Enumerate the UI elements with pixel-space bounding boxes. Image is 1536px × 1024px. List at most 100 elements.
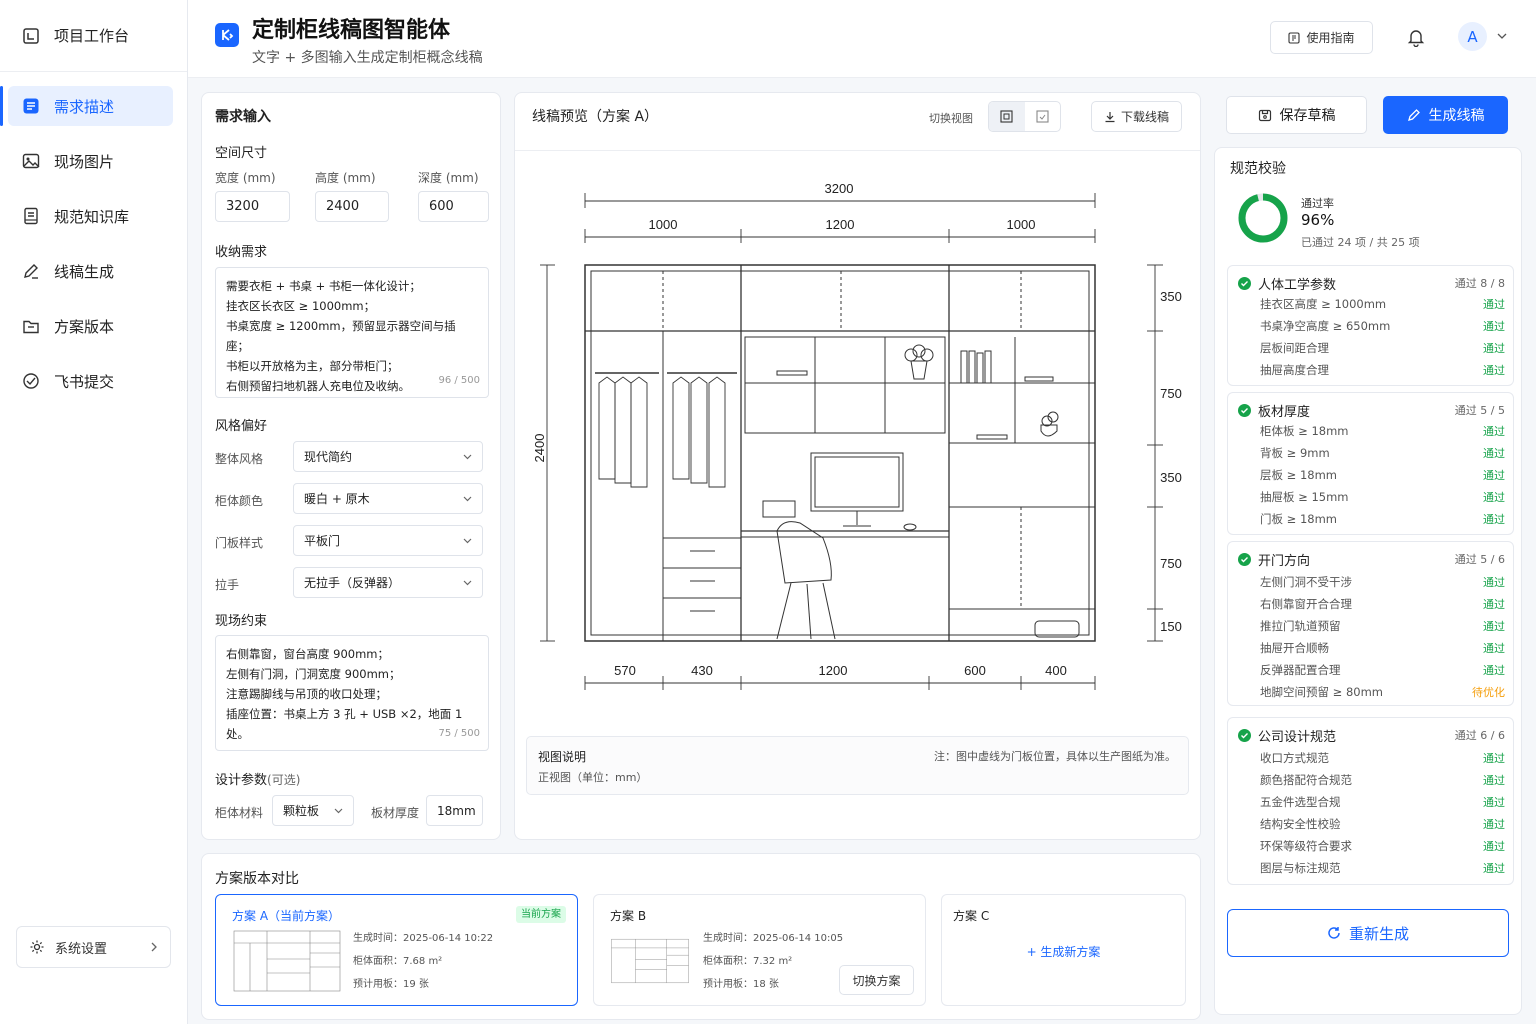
dim-right-3: 350 [1160, 470, 1182, 485]
site-title: 现场约束 [215, 614, 268, 629]
depth-input[interactable]: 600 [418, 191, 489, 222]
regenerate-button[interactable]: 重新生成 [1227, 909, 1509, 957]
dim-bottom-4: 600 [964, 663, 986, 678]
row-status: 通过 [1483, 840, 1505, 853]
row-status: 通过 [1483, 513, 1505, 526]
group-count: 通过 6 / 6 [1454, 729, 1505, 742]
versions-title: 方案版本对比 [215, 871, 299, 887]
row-label: 书桌净空高度 ≥ 650mm [1260, 319, 1391, 333]
row-status: 通过 [1483, 320, 1505, 333]
bell-icon[interactable] [1406, 27, 1426, 47]
row-status: 通过 [1483, 642, 1505, 655]
plan-area: 柜体面积：7.32 m² [703, 956, 793, 967]
chevron-down-icon[interactable] [1497, 32, 1507, 40]
validation-group-company: 公司设计规范 通过 6 / 6 收口方式规范 通过 颜色搭配符合规范 通过 五金件选型… [1227, 717, 1514, 885]
check-circle-icon [1238, 728, 1251, 742]
chevron-down-icon [463, 454, 472, 459]
chevron-down-icon [463, 496, 472, 501]
group-header[interactable]: 人体工学参数 通过 8 / 8 [1238, 274, 1505, 293]
sidebar-item-label: 现场图片 [54, 152, 115, 171]
handle-select[interactable]: 无拉手（反弹器） [293, 567, 483, 598]
validation-row: 地脚空间预留 ≥ 80mm 待优化 [1260, 682, 1505, 702]
width-input[interactable]: 3200 [215, 191, 290, 222]
row-status: 通过 [1483, 491, 1505, 504]
design-optional: (可选) [267, 773, 301, 787]
settings-label: 系统设置 [55, 941, 108, 957]
group-name: 公司设计规范 [1258, 729, 1337, 745]
height-input[interactable]: 2400 [315, 191, 389, 222]
group-header[interactable]: 开门方向 通过 5 / 6 [1238, 550, 1505, 569]
door-select[interactable]: 平板门 [293, 525, 483, 556]
sidebar-item-label: 规范知识库 [54, 207, 130, 226]
site-textarea[interactable]: 右侧靠窗，窗台高度 900mm； 左侧有门洞，门洞宽度 900mm； 注意踢脚线… [215, 635, 489, 751]
sidebar-item-feishu[interactable]: 飞书提交 [8, 361, 173, 401]
workspace-icon [23, 27, 39, 44]
app-logo-icon [215, 23, 239, 47]
dim-total-width: 3200 [825, 181, 854, 196]
pencil-icon [24, 264, 38, 279]
avatar[interactable]: A [1458, 22, 1487, 51]
select-value: 无拉手（反弹器） [304, 576, 401, 590]
save-draft-button[interactable]: 保存草稿 [1226, 96, 1367, 134]
dimension-lines [540, 193, 1163, 690]
site-counter: 75 / 500 [438, 728, 480, 739]
row-label: 层板 ≥ 18mm [1260, 468, 1337, 482]
plan-card-a[interactable]: 方案 A（当前方案） 当前方案 生成时间：2025-06-14 10:22 柜体… [215, 894, 578, 1006]
row-status: 通过 [1483, 425, 1505, 438]
workspace-header[interactable]: 项目工作台 [0, 0, 187, 72]
dim-top-2: 1200 [826, 217, 855, 232]
switch-plan-button[interactable]: 切换方案 [839, 965, 914, 995]
validation-row: 右侧靠窗开合合理 通过 [1260, 594, 1505, 614]
material-select[interactable]: 颗粒板 [272, 795, 354, 826]
generate-label: 生成线稿 [1428, 108, 1485, 124]
plan-name: 方案 C [953, 909, 990, 923]
send-icon [23, 373, 39, 389]
validation-row: 书桌净空高度 ≥ 650mm 通过 [1260, 316, 1505, 336]
validation-row: 五金件选型合规 通过 [1260, 792, 1505, 812]
plan-time: 生成时间：2025-06-14 10:22 [353, 933, 494, 944]
dim-right-5: 150 [1160, 619, 1182, 634]
sidebar: 项目工作台 需求描述 现场图片 规范知识库 线稿生成 方案版本 飞书提交 系统设… [0, 0, 188, 1024]
group-header[interactable]: 板材厚度 通过 5 / 5 [1238, 401, 1505, 420]
settings-button[interactable]: 系统设置 [16, 926, 171, 968]
style-title: 风格偏好 [215, 419, 268, 434]
color-select[interactable]: 暖白 + 原木 [293, 483, 483, 514]
plan-card-b[interactable]: 方案 B 生成时间：2025-06-14 10:05 柜体面积：7.32 m² … [593, 894, 926, 1006]
row-label: 环保等级符合要求 [1260, 839, 1352, 853]
new-plan-button[interactable]: + 生成新方案 [942, 943, 1185, 960]
color-label: 柜体颜色 [215, 494, 264, 508]
current-badge: 当前方案 [516, 906, 566, 923]
storage-line: 需要衣柜 + 书桌 + 书柜一体化设计； [226, 279, 421, 293]
group-header[interactable]: 公司设计规范 通过 6 / 6 [1238, 726, 1505, 745]
book-icon [24, 207, 38, 225]
sidebar-item-versions[interactable]: 方案版本 [8, 306, 173, 346]
storage-textarea[interactable]: 需要衣柜 + 书桌 + 书柜一体化设计； 挂衣区长衣区 ≥ 1000mm； 书桌… [215, 267, 489, 398]
validation-row: 抽屉开合顺畅 通过 [1260, 638, 1505, 658]
check-circle-icon [1238, 552, 1251, 566]
generate-button[interactable]: 生成线稿 [1383, 96, 1508, 134]
sidebar-item-drawing[interactable]: 线稿生成 [8, 251, 173, 291]
row-label: 抽屉高度合理 [1260, 363, 1329, 377]
select-value: 现代简约 [304, 450, 353, 464]
thickness-input[interactable]: 18mm [426, 795, 483, 826]
row-label: 抽屉板 ≥ 15mm [1260, 490, 1349, 504]
style-select[interactable]: 现代简约 [293, 441, 483, 472]
row-label: 地脚空间预留 ≥ 80mm [1260, 685, 1383, 699]
dim-bottom-2: 430 [691, 663, 713, 678]
row-status: 通过 [1483, 342, 1505, 355]
pencil-icon [1407, 109, 1420, 121]
plan-name: 方案 A（当前方案） [232, 909, 341, 923]
row-status: 通过 [1483, 752, 1505, 765]
chevron-down-icon [463, 580, 472, 585]
sidebar-item-knowledge[interactable]: 规范知识库 [8, 196, 173, 236]
pass-rate-label: 通过率 [1301, 197, 1334, 210]
validation-row: 层板 ≥ 18mm 通过 [1260, 465, 1505, 485]
guide-button[interactable]: 使用指南 [1270, 21, 1373, 54]
group-name: 开门方向 [1258, 553, 1311, 569]
sidebar-item-site-photos[interactable]: 现场图片 [8, 141, 173, 181]
list-icon [23, 98, 39, 114]
sidebar-nav: 需求描述 现场图片 规范知识库 线稿生成 方案版本 飞书提交 [0, 72, 187, 401]
guide-icon [1288, 31, 1301, 44]
sidebar-item-requirements[interactable]: 需求描述 [0, 86, 173, 126]
row-status: 通过 [1483, 469, 1505, 482]
